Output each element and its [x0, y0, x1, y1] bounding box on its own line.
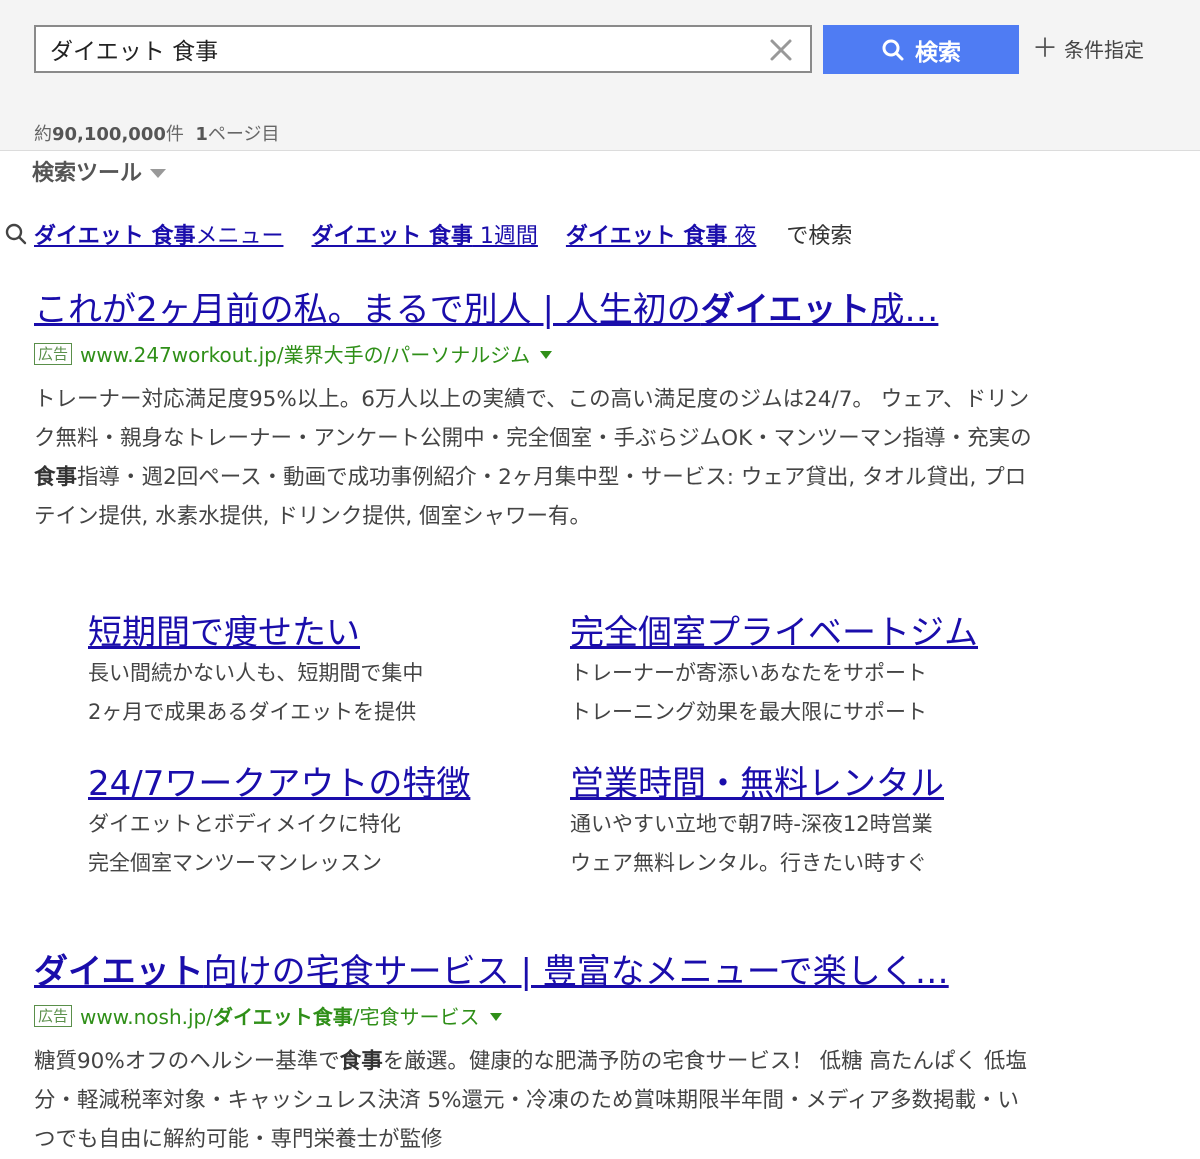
sitelink-title[interactable]: 24/7ワークアウトの特徴	[88, 756, 570, 805]
sitelink-desc-line: ウェア無料レンタル。行きたい時すぐ	[570, 851, 927, 875]
result-count-number: 90,100,000	[52, 124, 166, 145]
ad-title-bold: ダイエット	[700, 290, 871, 330]
ad-url-row: 広告 www.247workout.jp/業界大手の/パーソナルジム	[34, 339, 1034, 368]
sitelink-desc-line: トレーニング効果を最大限にサポート	[570, 700, 927, 724]
related-link-bold: ダイエット 食事	[311, 224, 473, 249]
sitelink-title[interactable]: 完全個室プライベートジム	[570, 605, 1048, 654]
close-icon[interactable]	[768, 37, 794, 63]
related-link-rest: 夜	[727, 224, 757, 249]
result-count: 約90,100,000件 1ページ目	[34, 120, 280, 146]
result-count-suffix: 件	[165, 124, 184, 145]
search-box	[34, 25, 812, 73]
ad-url-row: 広告 www.nosh.jp/ダイエット食事/宅食サービス	[34, 1001, 1034, 1030]
ad-desc-bold: 食事	[34, 465, 78, 490]
ad-url-bold: ダイエット食事	[212, 1005, 353, 1029]
ad-display-url[interactable]: www.247workout.jp/業界大手の/パーソナルジム	[80, 339, 530, 368]
ad-title-link[interactable]: ダイエット向けの宅食サービス | 豊富なメニューで楽しく…	[34, 944, 1024, 993]
sitelink-desc-line: 2ヶ月で成果あるダイエットを提供	[88, 700, 417, 724]
ad-result: ダイエット向けの宅食サービス | 豊富なメニューで楽しく… 広告 www.nos…	[34, 944, 1034, 1159]
ad-desc-part: 糖質90%オフのヘルシー基準で	[34, 1049, 340, 1074]
related-link-rest: 1週間	[472, 224, 538, 249]
sitelink-item: 完全個室プライベートジム トレーナーが寄添いあなたをサポート トレーニング効果を…	[570, 605, 1048, 732]
sitelink-desc-line: トレーナーが寄添いあなたをサポート	[570, 661, 927, 685]
related-link-bold: ダイエット 食事	[565, 224, 728, 249]
related-search-link[interactable]: ダイエット 食事 1週間	[311, 218, 537, 250]
sitelink-desc-line: 通いやすい立地で朝7時-深夜12時営業	[570, 812, 933, 836]
related-link-rest: メニュー	[195, 224, 284, 249]
sitelink-item: 営業時間・無料レンタル 通いやすい立地で朝7時-深夜12時営業 ウェア無料レンタ…	[570, 756, 1048, 883]
sitelink-title[interactable]: 営業時間・無料レンタル	[570, 756, 1048, 805]
ad-title-part: 成…	[870, 290, 939, 330]
url-menu-triangle-icon[interactable]	[540, 350, 553, 359]
ad-badge: 広告	[34, 342, 73, 365]
ad-title-link[interactable]: これが2ヶ月前の私。まるで別人 | 人生初のダイエット成…	[34, 282, 1024, 331]
search-tools-label: 検索ツール	[32, 161, 143, 186]
ad-badge: 広告	[34, 1004, 73, 1027]
plus-icon: ＋	[1032, 33, 1059, 64]
sitelink-desc-line: ダイエットとボディメイクに特化	[88, 812, 401, 836]
ad-display-url[interactable]: www.nosh.jp/ダイエット食事/宅食サービス	[80, 1001, 480, 1030]
page-suffix: ページ目	[207, 124, 280, 145]
page-number: 1	[195, 124, 208, 145]
related-search-link[interactable]: ダイエット 食事 夜	[566, 218, 756, 250]
related-searches: ダイエット 食事メニュー ダイエット 食事 1週間 ダイエット 食事 夜 で検索	[4, 218, 852, 250]
url-menu-triangle-icon[interactable]	[489, 1012, 502, 1021]
sitelink-item: 短期間で痩せたい 長い間続かない人も、短期間で集中 2ヶ月で成果あるダイエットを…	[88, 605, 570, 732]
ad-title-part: 向けの宅食サービス | 豊富なメニューで楽しく…	[203, 952, 949, 992]
sitelink-desc-line: 完全個室マンツーマンレッスン	[88, 851, 382, 875]
search-button[interactable]: 検索	[823, 25, 1019, 74]
search-header: 検索 ＋ 条件指定 約90,100,000件 1ページ目	[0, 0, 1200, 151]
sitelink-desc-line: 長い間続かない人も、短期間で集中	[88, 661, 424, 685]
related-search-link[interactable]: ダイエット 食事メニュー	[34, 218, 283, 250]
search-icon	[882, 39, 904, 60]
related-link-bold: ダイエット 食事	[34, 224, 196, 249]
magnifier-icon	[5, 223, 27, 245]
search-options-link[interactable]: ＋ 条件指定	[1032, 34, 1144, 63]
result-count-prefix: 約	[34, 124, 52, 145]
search-tools-toggle[interactable]: 検索ツール	[32, 155, 167, 187]
ad-desc-part: トレーナー対応満足度95%以上。6万人以上の実績で、この高い満足度のジムは24/…	[34, 387, 1032, 451]
sitelink-item: 24/7ワークアウトの特徴 ダイエットとボディメイクに特化 完全個室マンツーマン…	[88, 756, 570, 883]
ad-desc-bold: 食事	[339, 1049, 383, 1074]
triangle-down-icon	[150, 168, 167, 178]
ad-title-bold: ダイエット	[34, 952, 204, 992]
ad-url-part: /宅食サービス	[352, 1005, 480, 1029]
search-input[interactable]	[50, 33, 750, 65]
sitelink-title[interactable]: 短期間で痩せたい	[88, 605, 570, 654]
search-options-label: 条件指定	[1064, 38, 1145, 62]
related-search-suffix: で検索	[786, 224, 853, 249]
ad-description: トレーナー対応満足度95%以上。6万人以上の実績で、この高い満足度のジムは24/…	[34, 380, 1039, 536]
ad-desc-part: 指導・週2回ペース・動画で成功事例紹介・2ヶ月集中型・サービス: ウェア貸出, …	[34, 465, 1027, 529]
ad-url-part: www.nosh.jp/	[80, 1005, 213, 1029]
ad-result: これが2ヶ月前の私。まるで別人 | 人生初のダイエット成… 広告 www.247…	[34, 282, 1034, 536]
ad-description: 糖質90%オフのヘルシー基準で食事を厳選。健康的な肥満予防の宅食サービス！ 低糖…	[34, 1042, 1039, 1159]
ad-title-part: これが2ヶ月前の私。まるで別人 | 人生初の	[34, 290, 701, 330]
ad-sitelinks: 短期間で痩せたい 長い間続かない人も、短期間で集中 2ヶ月で成果あるダイエットを…	[88, 605, 1048, 883]
search-button-label: 検索	[915, 39, 961, 66]
